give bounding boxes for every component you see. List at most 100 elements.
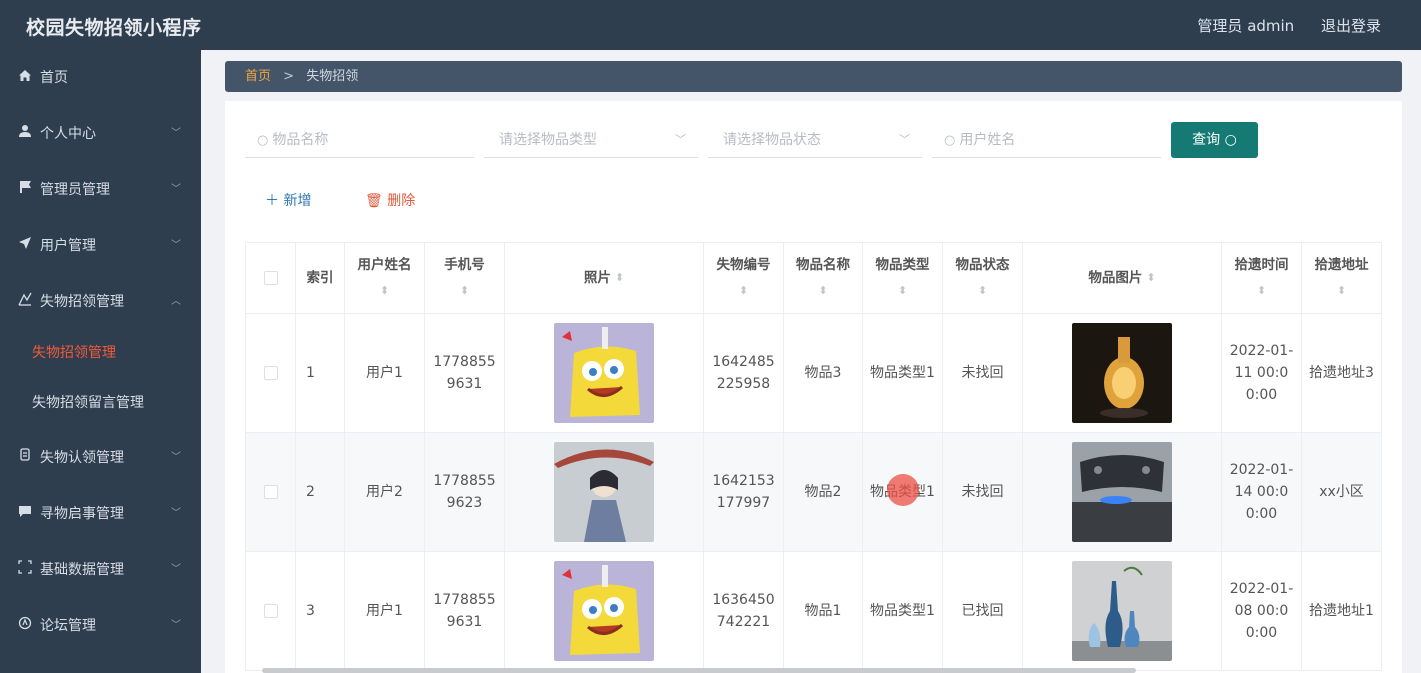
delete-button[interactable]: 🗑 删除: [365, 190, 415, 210]
table-row: 2 用户2 17788559623 1642153177997 物品2 物品类型…: [246, 433, 1382, 552]
item-photo-lamp[interactable]: [1072, 323, 1172, 423]
header-photo[interactable]: 照片 ⬍: [505, 243, 704, 313]
sidebar-item-users[interactable]: 用户管理 ﹀: [0, 226, 201, 266]
header-user[interactable]: 用户姓名 ⬍: [345, 243, 425, 313]
cell-index: 1: [296, 314, 345, 432]
item-type-select[interactable]: 请选择物品类型 ﹀: [484, 122, 698, 158]
table-row: 1 用户1 17788559631 1642485225958 物品3 物品类型…: [246, 314, 1382, 433]
header-label: 拾遗地址: [1314, 257, 1369, 273]
trash-icon: 🗑: [365, 193, 383, 209]
cell-item-image: [1023, 433, 1222, 551]
data-icon: [16, 551, 34, 591]
row-checkbox[interactable]: [263, 604, 278, 618]
sidebar-item-admin[interactable]: 管理员管理 ﹀: [0, 170, 201, 210]
logout-link[interactable]: 退出登录: [1321, 17, 1381, 35]
cell-phone: 17788559623: [425, 433, 505, 551]
chevron-down-icon: ﹀: [171, 128, 181, 139]
cell-item-status: 未找回: [943, 433, 1023, 551]
user-photo-umbrella[interactable]: [554, 442, 654, 542]
header-label: 用户姓名: [357, 257, 412, 273]
header-item-image[interactable]: 物品图片 ⬍: [1023, 243, 1222, 313]
sort-icon[interactable]: ⬍: [1257, 280, 1266, 302]
horizontal-scrollbar[interactable]: [262, 668, 1136, 673]
table-header-row: 索引 用户姓名 ⬍ 手机号 ⬍ 照片 ⬍ 失物编号 ⬍ 物品名称 ⬍ 物品类型 ⬍ 物品状态…: [246, 243, 1382, 314]
sidebar-subitem-lost-found[interactable]: 失物招领管理: [0, 335, 201, 371]
row-checkbox[interactable]: [263, 485, 278, 499]
sort-icon[interactable]: ⬍: [380, 280, 389, 302]
header-code[interactable]: 失物编号 ⬍: [704, 243, 784, 313]
sidebar-item-base-data[interactable]: 基础数据管理 ﹀: [0, 550, 201, 590]
flag-icon: [16, 171, 34, 211]
claim-icon: [16, 439, 34, 479]
current-user: 管理员 admin: [1197, 17, 1295, 35]
sort-icon[interactable]: ⬍: [460, 280, 469, 302]
item-photo-gamepad[interactable]: [1072, 442, 1172, 542]
cell-user: 用户1: [345, 314, 425, 432]
row-checkbox[interactable]: [263, 366, 278, 380]
sidebar-item-forum[interactable]: 论坛管理 ﹀: [0, 606, 201, 646]
item-photo-vases[interactable]: [1072, 561, 1172, 661]
header-label: 索引: [306, 270, 334, 286]
sidebar-subitem-lost-found-messages[interactable]: 失物招领留言管理: [0, 385, 201, 421]
sidebar-item-claims[interactable]: 失物认领管理 ﹀: [0, 438, 201, 478]
chevron-down-icon: ﹀: [171, 620, 181, 631]
header-found-time[interactable]: 拾遗时间 ⬍: [1222, 243, 1302, 313]
header-label: 物品图片: [1088, 270, 1143, 286]
sort-icon[interactable]: ⬍: [1337, 280, 1346, 302]
cell-code: 1636450742221: [704, 552, 784, 670]
sort-icon[interactable]: ⬍: [739, 280, 748, 302]
select-all-checkbox[interactable]: [263, 271, 278, 285]
click-indicator: [887, 474, 919, 506]
cell-found-time: 2022-01-14 00:00:00: [1222, 433, 1302, 551]
add-label: 新增: [283, 193, 312, 209]
sidebar: 首页 个人中心 ﹀ 管理员管理 ﹀ 用户管理 ﹀ 失物招领管理 ︿ 失物招领管理…: [0, 50, 201, 673]
sort-icon[interactable]: ⬍: [898, 280, 907, 302]
user-photo-spongebob[interactable]: [554, 323, 654, 423]
search-user-input[interactable]: ○ 用户姓名: [932, 122, 1161, 158]
sort-icon[interactable]: ⬍: [978, 280, 987, 302]
header-label: 物品类型: [875, 257, 930, 273]
sidebar-item-lost-found[interactable]: 失物招领管理 ︿: [0, 282, 201, 322]
chevron-down-icon: ﹀: [171, 508, 181, 519]
sidebar-item-home[interactable]: 首页: [0, 58, 201, 98]
header-item-type[interactable]: 物品类型 ⬍: [863, 243, 943, 313]
sort-icon[interactable]: ⬍: [818, 280, 827, 302]
breadcrumb-current: 失物招领: [306, 69, 359, 84]
sort-icon[interactable]: ⬍: [615, 267, 624, 289]
row-select-cell: [246, 433, 296, 551]
user-photo-spongebob[interactable]: [554, 561, 654, 661]
cell-found-address: xx小区: [1302, 433, 1382, 551]
header-select-cell: [246, 243, 296, 313]
header-phone[interactable]: 手机号 ⬍: [425, 243, 505, 313]
search-name-input[interactable]: ○ 物品名称: [245, 122, 474, 158]
breadcrumb-home[interactable]: 首页: [245, 69, 271, 84]
cell-phone: 17788559631: [425, 314, 505, 432]
query-button[interactable]: 查询 ○: [1171, 122, 1258, 158]
sidebar-item-label: 论坛管理: [40, 618, 96, 634]
table-row: 3 用户1 17788559631 1636450742221 物品1 物品类型…: [246, 552, 1382, 671]
header-label: 照片: [583, 270, 611, 286]
plus-icon: ＋: [265, 193, 279, 209]
cell-item-name: 物品1: [784, 552, 863, 670]
app-title: 校园失物招领小程序: [26, 17, 202, 39]
cell-found-address: 拾遗地址3: [1302, 314, 1382, 432]
header-label: 手机号: [444, 257, 485, 273]
cell-item-name: 物品3: [784, 314, 863, 432]
sidebar-item-label: 基础数据管理: [40, 562, 124, 578]
add-button[interactable]: ＋ 新增: [265, 190, 311, 210]
sort-icon[interactable]: ⬍: [1146, 267, 1155, 289]
send-icon: [16, 227, 34, 267]
sidebar-item-label: 用户管理: [40, 238, 96, 254]
header-found-address[interactable]: 拾遗地址 ⬍: [1302, 243, 1382, 313]
header-item-name[interactable]: 物品名称 ⬍: [784, 243, 863, 313]
sidebar-item-notices[interactable]: 寻物启事管理 ﹀: [0, 494, 201, 534]
sidebar-item-personal[interactable]: 个人中心 ﹀: [0, 114, 201, 154]
cell-code: 1642153177997: [704, 433, 784, 551]
item-status-placeholder: 请选择物品状态: [723, 132, 821, 148]
search-name-placeholder: 物品名称: [272, 132, 329, 148]
item-status-select[interactable]: 请选择物品状态 ﹀: [708, 122, 922, 158]
row-select-cell: [246, 314, 296, 432]
header-item-status[interactable]: 物品状态 ⬍: [943, 243, 1023, 313]
chevron-down-icon: ﹀: [171, 184, 181, 195]
header-label: 物品状态: [955, 257, 1010, 273]
